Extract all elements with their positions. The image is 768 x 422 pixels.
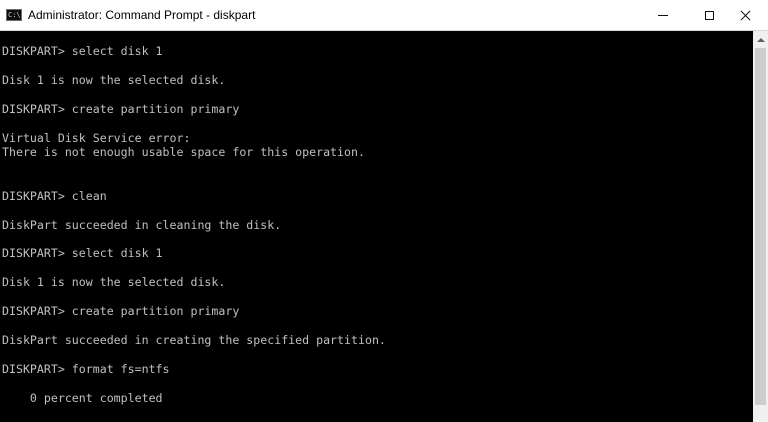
- console-line: DiskPart succeeded in creating the speci…: [2, 333, 386, 348]
- console-output[interactable]: DISKPART> select disk 1 Disk 1 is now the…: [0, 31, 753, 422]
- console-line: DISKPART> create partition primary: [2, 101, 240, 116]
- minimize-button[interactable]: [640, 0, 686, 30]
- console-line: DISKPART> select disk 1: [2, 246, 163, 261]
- console-line: DISKPART> create partition primary: [2, 304, 240, 319]
- minimize-icon: [658, 14, 668, 16]
- vertical-scrollbar[interactable]: [753, 31, 768, 422]
- console-line: There is not enough usable space for thi…: [2, 145, 365, 160]
- console-line: DISKPART> select disk 1: [2, 44, 163, 58]
- console-line: 0 percent completed: [2, 391, 163, 406]
- console-line: DiskPart succeeded in cleaning the disk.: [2, 217, 282, 232]
- command-prompt-window: C:\. Administrator: Command Prompt - dis…: [0, 0, 768, 422]
- close-icon: [740, 10, 751, 21]
- console-line: Disk 1 is now the selected disk.: [2, 275, 226, 290]
- scroll-up-button[interactable]: [753, 31, 768, 48]
- console-line: DISKPART> clean: [2, 188, 107, 203]
- console-line: Disk 1 is now the selected disk.: [2, 72, 226, 87]
- maximize-icon: [704, 10, 714, 20]
- console-line: Virtual Disk Service error:: [2, 130, 191, 145]
- window-title: Administrator: Command Prompt - diskpart: [28, 8, 256, 22]
- close-button[interactable]: [722, 0, 768, 30]
- title-bar[interactable]: C:\. Administrator: Command Prompt - dis…: [0, 0, 768, 31]
- console-line: DISKPART> format fs=ntfs: [2, 362, 170, 377]
- command-prompt-icon[interactable]: C:\.: [6, 9, 22, 21]
- scroll-up-arrow-icon: [756, 37, 765, 42]
- scroll-thumb[interactable]: [755, 48, 766, 405]
